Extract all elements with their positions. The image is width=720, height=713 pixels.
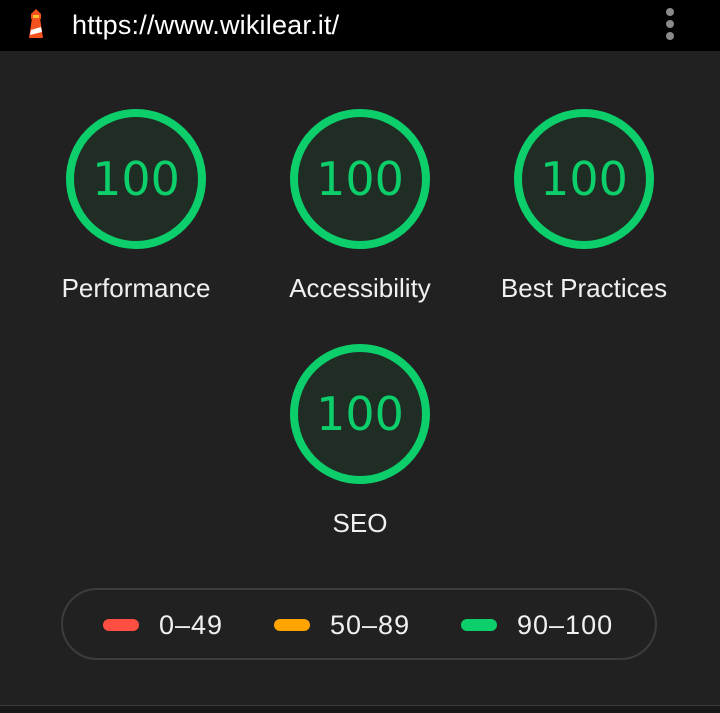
gauge-label: Performance	[61, 273, 211, 303]
gauge-score: 100	[316, 387, 404, 441]
legend-range: 50–89	[330, 610, 411, 640]
legend-average-pill	[274, 619, 310, 631]
gauge-label: Accessibility	[289, 273, 431, 303]
legend-range: 0–49	[159, 610, 224, 640]
score-legend: 0–49 50–89 90–100	[61, 588, 657, 660]
page-url: https://www.wikilear.it/	[72, 10, 340, 40]
gauge-score: 100	[92, 152, 180, 206]
top-bar: https://www.wikilear.it/	[0, 0, 720, 51]
gauge-score: 100	[540, 152, 628, 206]
gauge-score: 100	[316, 152, 404, 206]
legend-fail-pill	[103, 619, 139, 631]
legend-range: 90–100	[517, 610, 614, 640]
gauge-label: Best Practices	[500, 273, 668, 303]
legend-pass-pill	[461, 619, 497, 631]
gauge-label: SEO	[332, 508, 388, 538]
more-vert-icon[interactable]	[656, 4, 684, 44]
lighthouse-icon	[23, 8, 49, 40]
